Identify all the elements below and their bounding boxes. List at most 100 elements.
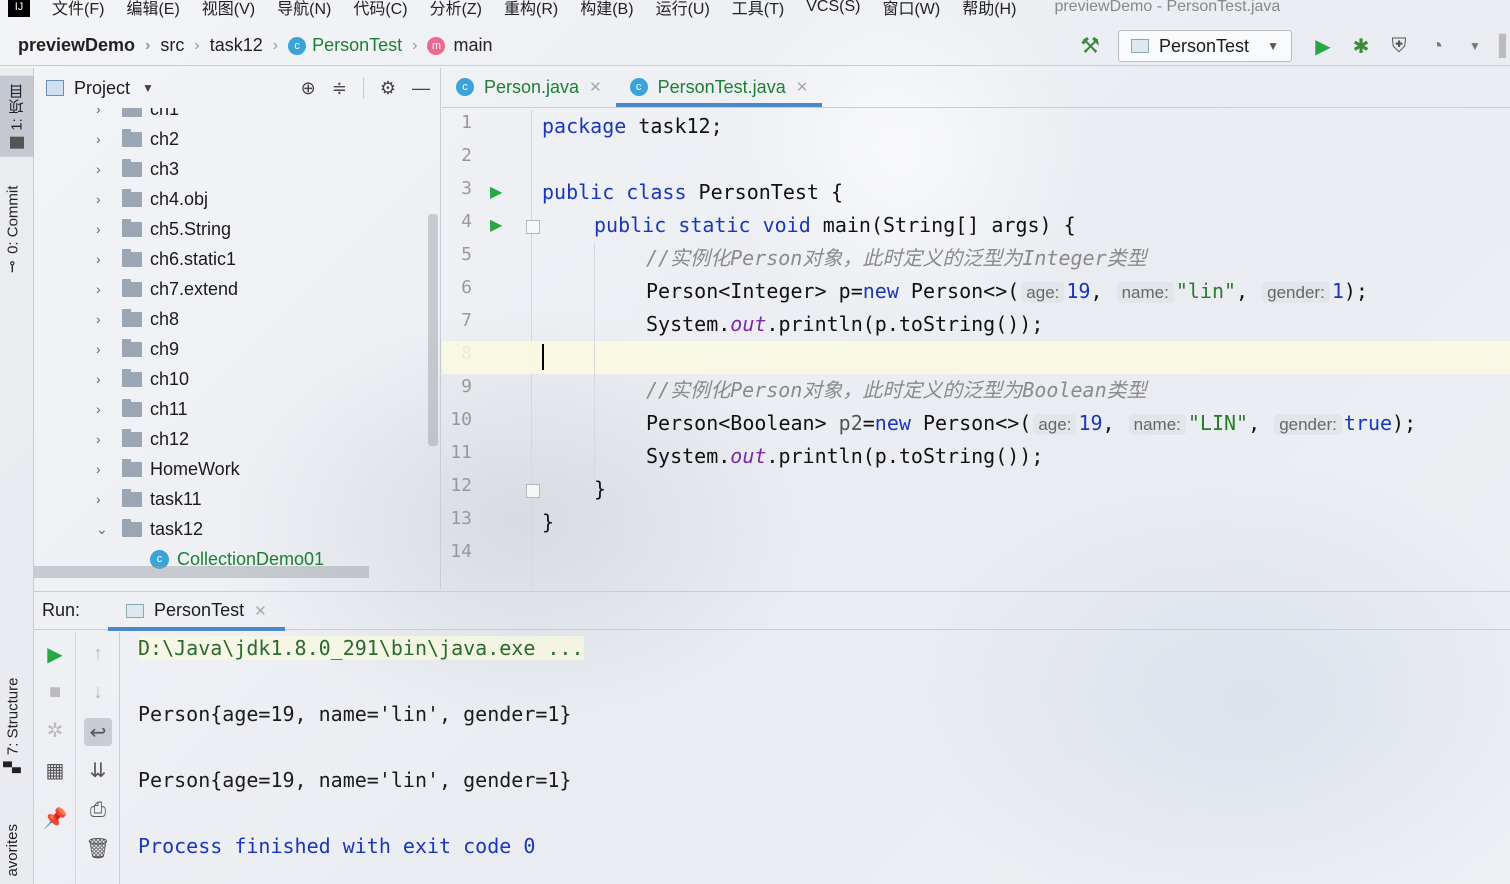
tree-item-task12[interactable]: ⌄ task12 [34,514,440,544]
chevron-right-icon[interactable]: › [96,341,112,357]
chevron-right-icon[interactable]: › [96,108,112,117]
hide-panel-icon[interactable]: — [412,78,430,99]
scroll-down-icon[interactable]: ↓ [84,678,112,706]
scroll-to-end-icon[interactable]: ⇊ [84,756,112,784]
tree-item-task11[interactable]: › task11 [34,484,440,514]
trash-icon[interactable]: 🗑 [84,834,112,862]
chevron-right-icon[interactable]: › [96,401,112,417]
layout-icon[interactable]: ▦ [41,756,69,784]
chevron-right-icon[interactable]: › [96,431,112,447]
tool-tab-favorites[interactable]: avorites [4,824,21,877]
tool-tab-project[interactable]: 1: 项目 [0,76,34,157]
profile-icon[interactable]: ◔ [1424,33,1450,59]
close-icon[interactable]: ✕ [589,78,602,96]
code-text: main(String[] args) { [810,213,1076,237]
chevron-right-icon[interactable]: › [96,221,112,237]
tree-item-ch5[interactable]: › ch5.String [34,214,440,244]
collapse-all-icon[interactable]: ≑ [332,78,347,99]
run-icon[interactable]: ▶ [1310,33,1336,59]
pin-tab-icon[interactable]: 📌 [41,804,69,832]
locate-target-icon[interactable]: ⊕ [301,78,316,99]
breadcrumb-method[interactable]: m main [427,35,492,56]
breadcrumb-package[interactable]: task12 › [210,35,288,56]
chevron-right-icon[interactable]: › [96,191,112,207]
debug-icon[interactable]: ✱ [1348,33,1374,59]
code-area[interactable]: package task12; public class PersonTest … [442,110,1510,589]
run-class-gutter-icon[interactable]: ▶ [490,182,502,202]
chevron-down-icon[interactable]: ⌄ [96,521,112,538]
close-icon[interactable]: ✕ [254,602,267,620]
run-tab-persontest[interactable]: PersonTest ✕ [108,592,285,631]
tab-person-java[interactable]: c Person.java ✕ [442,67,616,107]
chevron-right-icon[interactable]: › [96,281,112,297]
chevron-right-icon[interactable]: › [96,161,112,177]
menu-code[interactable]: 代码(C) [353,0,407,19]
tree-item-ch7[interactable]: › ch7.extend [34,274,440,304]
hammer-icon[interactable]: ⚒ [1080,33,1100,59]
tree-item-ch4[interactable]: › ch4.obj [34,184,440,214]
tree-item-ch6[interactable]: › ch6.static1 [34,244,440,274]
menu-help[interactable]: 帮助(H) [962,0,1016,19]
project-panel-tools: ⊕ ≑ ⚙ — [301,77,430,99]
menu-file[interactable]: 文件(F) [52,0,104,19]
menu-window[interactable]: 窗口(W) [882,0,940,19]
soft-wrap-icon[interactable]: ↩ [84,718,112,746]
chevron-right-icon[interactable]: › [96,251,112,267]
line-number: 12 [450,475,472,496]
breadcrumb-class[interactable]: c PersonTest › [288,35,427,56]
project-view-selector[interactable]: Project [74,78,130,99]
console-output[interactable]: D:\Java\jdk1.8.0_291\bin\java.exe ... Pe… [138,632,1510,884]
tool-tab-commit[interactable]: ⊸ 0: Commit [4,186,22,273]
menu-tools[interactable]: 工具(T) [732,0,784,19]
fold-icon[interactable] [526,220,540,234]
tree-item-ch3[interactable]: › ch3 [34,154,440,184]
tree-item-ch12[interactable]: › ch12 [34,424,440,454]
menu-navigate[interactable]: 导航(N) [277,0,331,19]
tree-item-homework[interactable]: › HomeWork [34,454,440,484]
tree-item-ch9[interactable]: › ch9 [34,334,440,364]
menu-edit[interactable]: 编辑(E) [126,0,179,19]
folder-icon [122,368,142,387]
dropdown-caret-icon[interactable]: ▼ [142,81,154,95]
chevron-right-icon[interactable]: › [96,131,112,147]
stop-icon[interactable]: ■ [41,678,69,706]
restore-layout-icon[interactable]: ✲ [41,716,69,744]
run-configuration-select[interactable]: PersonTest ▼ [1118,30,1292,62]
console-line: Person{age=19, name='lin', gender=1} [138,768,572,792]
breadcrumb-src[interactable]: src › [160,35,209,56]
chevron-right-icon[interactable]: › [96,491,112,507]
print-icon[interactable]: ⎙ [84,796,112,824]
tree-item-ch8[interactable]: › ch8 [34,304,440,334]
chevron-right-icon[interactable]: › [96,371,112,387]
line-number: 3 [461,178,472,199]
vertical-scrollbar[interactable] [428,214,438,446]
run-main-gutter-icon[interactable]: ▶ [490,215,502,235]
tab-persontest-java[interactable]: c PersonTest.java ✕ [615,67,823,107]
menu-analyze[interactable]: 分析(Z) [430,0,482,19]
dropdown-caret-icon[interactable]: ▼ [1462,33,1488,59]
static-field: out [730,312,767,336]
folder-icon [122,398,142,417]
breadcrumb-project[interactable]: previewDemo › [18,35,160,56]
tree-item-ch11[interactable]: › ch11 [34,394,440,424]
project-icon [46,80,64,96]
menu-build[interactable]: 构建(B) [580,0,633,19]
rerun-icon[interactable]: ▶ [41,640,69,668]
gear-icon[interactable]: ⚙ [380,78,396,99]
tree-item-ch1[interactable]: › ch1 [34,108,440,124]
tree-item-ch2[interactable]: › ch2 [34,124,440,154]
menu-refactor[interactable]: 重构(R) [504,0,558,19]
fold-icon[interactable] [526,484,540,498]
tree-item-ch10[interactable]: › ch10 [34,364,440,394]
scroll-up-icon[interactable]: ↑ [84,640,112,668]
horizontal-scrollbar[interactable] [34,566,369,578]
close-icon[interactable]: ✕ [796,78,809,96]
chevron-right-icon[interactable]: › [96,311,112,327]
tool-tab-structure[interactable]: ▞ 7: Structure [4,678,22,773]
dropdown-caret-icon: ▼ [1267,39,1279,53]
menu-vcs[interactable]: VCS(S) [806,0,860,16]
menu-run[interactable]: 运行(U) [656,0,710,19]
menu-view[interactable]: 视图(V) [202,0,255,19]
coverage-icon[interactable]: ⛨ [1386,33,1412,59]
chevron-right-icon[interactable]: › [96,461,112,477]
